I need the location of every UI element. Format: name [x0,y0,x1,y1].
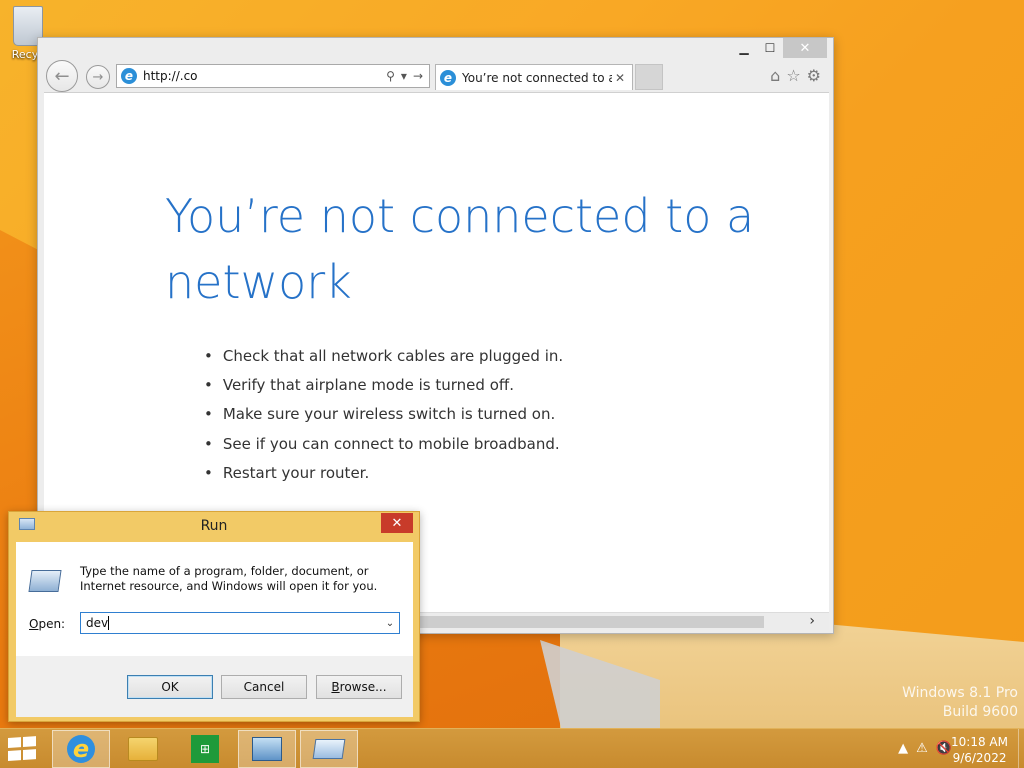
list-item: Verify that airplane mode is turned off. [204,370,563,399]
show-desktop-button[interactable] [1018,729,1024,768]
browse-label-rest: rowse... [339,680,387,694]
ok-button[interactable]: OK [127,675,213,699]
home-icon[interactable]: ⌂ [770,66,780,85]
taskbar-internet-explorer[interactable]: e [52,730,110,768]
run-top-panel: Type the name of a program, folder, docu… [16,542,413,656]
dropdown-icon[interactable]: ▾ [401,69,407,83]
forward-button[interactable]: → [86,65,110,89]
system-tray: ▲ ⚠ 🔇 [898,741,952,756]
address-tools: ⚲ ▾ → [386,69,423,83]
open-combobox[interactable]: dev ⌄ [80,612,400,634]
search-icon[interactable]: ⚲ [386,69,395,83]
watermark-build: Build 9600 [942,704,1018,720]
store-icon: ⊞ [191,735,219,763]
list-item: See if you can connect to mobile broadba… [204,429,563,458]
remote-desktop-icon [252,737,282,761]
run-close-button[interactable]: ✕ [381,513,413,533]
windows-logo-icon [23,749,36,760]
taskbar: e ⊞ ▲ ⚠ 🔇 10:18 AM 9/6/2022 [0,728,1024,768]
run-description: Type the name of a program, folder, docu… [80,564,378,593]
open-input-text: dev [86,615,109,630]
taskbar-store[interactable]: ⊞ [176,730,234,768]
go-arrow-icon[interactable]: → [413,69,423,83]
tab-favicon-icon: e [440,69,456,86]
list-item: Make sure your wireless switch is turned… [204,400,563,429]
open-label: Open: [29,617,65,631]
tab-title: You’re not connected to a ... [462,70,612,85]
troubleshoot-list: Check that all network cables are plugge… [204,341,563,487]
clock-time: 10:18 AM [951,735,1008,749]
settings-icon[interactable]: ⚙ [807,66,821,85]
ie-favicon-icon: e [121,68,137,84]
taskbar-run[interactable] [300,730,358,768]
toolbar-right: ⌂ ☆ ⚙ [770,66,821,85]
new-tab-button[interactable] [635,64,663,90]
run-title: Run [200,518,228,534]
address-bar[interactable]: e http://.co ⚲ ▾ → [116,64,430,88]
window-controls: ▁ ☐ ✕ [731,38,827,58]
browse-accesskey: B [331,680,340,694]
list-item: Restart your router. [204,458,563,487]
clock[interactable]: 10:18 AM 9/6/2022 [951,734,1008,766]
run-program-icon [28,570,62,592]
windows-logo-icon [8,737,21,749]
taskbar-file-explorer[interactable] [114,730,172,768]
navigation-bar: ← → e http://.co ⚲ ▾ → e You’re not conn… [38,60,833,92]
volume-muted-icon[interactable]: 🔇 [936,741,952,756]
internet-explorer-icon: e [67,735,95,763]
open-label-rest: pen: [38,617,66,631]
back-button[interactable]: ← [46,60,78,92]
forward-icon: → [92,69,104,85]
tab-close-icon[interactable]: ✕ [612,71,628,85]
favorites-icon[interactable]: ☆ [786,66,800,85]
address-text[interactable]: http://.co [143,69,386,83]
network-disconnected-icon[interactable]: ⚠ [916,741,928,756]
scroll-right-icon[interactable]: › [809,613,815,629]
clock-date: 9/6/2022 [952,751,1007,765]
back-icon: ← [54,65,70,87]
run-body: Type the name of a program, folder, docu… [16,542,413,717]
cancel-button[interactable]: Cancel [221,675,307,699]
watermark-edition: Windows 8.1 Pro [902,685,1018,701]
error-title: You’re not connected to a network [165,189,755,309]
open-input[interactable]: dev [86,616,381,631]
tab-active[interactable]: e You’re not connected to a ... ✕ [435,64,633,90]
taskbar-remote-desktop[interactable] [238,730,296,768]
windows-logo-icon [8,750,21,762]
run-icon [312,739,346,759]
chevron-down-icon[interactable]: ⌄ [381,618,399,629]
minimize-button[interactable]: ▁ [731,38,757,58]
run-dialog: Run ✕ Type the name of a program, folder… [8,511,420,722]
windows-watermark: Windows 8.1 Pro Build 9600 [902,684,1018,722]
text-caret [108,616,110,631]
show-hidden-icons-icon[interactable]: ▲ [898,741,908,756]
maximize-button[interactable]: ☐ [757,38,783,58]
list-item: Check that all network cables are plugge… [204,341,563,370]
windows-logo-icon [23,736,36,747]
close-button[interactable]: ✕ [783,38,827,58]
folder-icon [128,737,158,761]
browse-button[interactable]: Browse... [316,675,402,699]
start-button[interactable] [8,736,38,762]
